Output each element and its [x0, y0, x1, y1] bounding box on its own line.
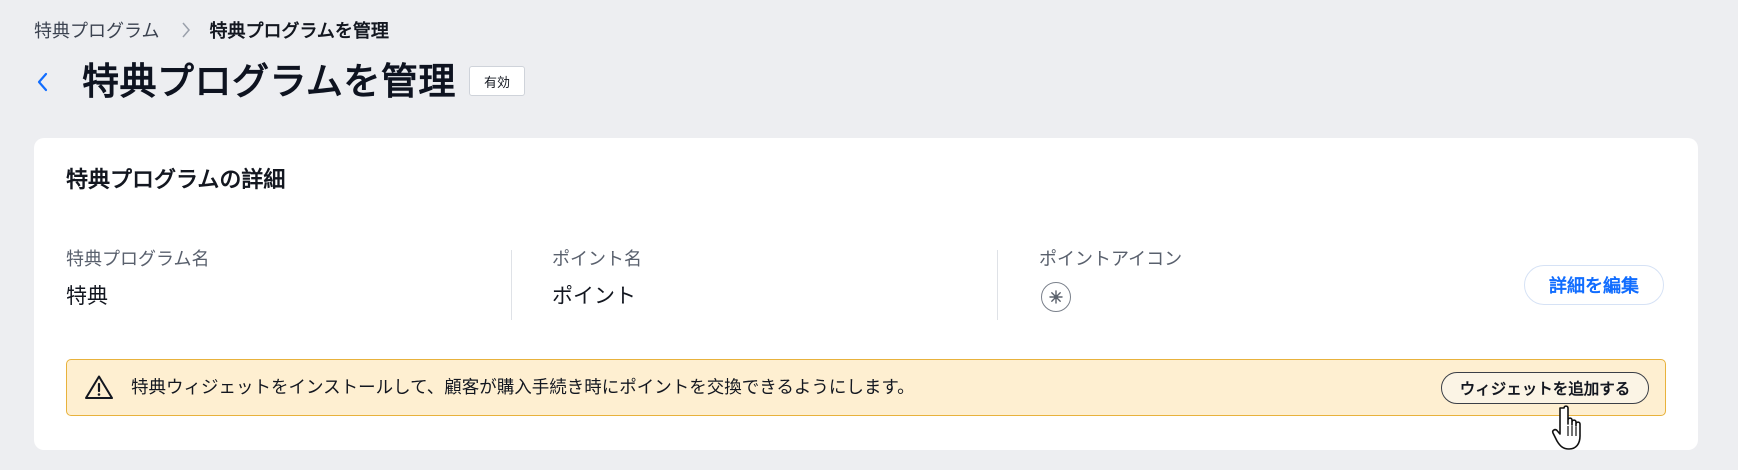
field-label: ポイント名 — [552, 249, 642, 270]
chevron-left-icon — [37, 72, 48, 92]
banner-text: 特典ウィジェットをインストールして、顧客が購入手続き時にポイントを交換できるよう… — [131, 378, 915, 398]
field-value: 特典 — [66, 284, 108, 308]
field-program-name: 特典プログラム名 特典 — [66, 248, 209, 310]
card-title: 特典プログラムの詳細 — [66, 168, 286, 193]
divider — [511, 250, 512, 320]
edit-details-button[interactable]: 詳細を編集 — [1524, 265, 1664, 305]
breadcrumb-current: 特典プログラムを管理 — [209, 21, 389, 42]
field-value: ポイント — [552, 284, 636, 308]
divider — [997, 250, 998, 320]
breadcrumb-link-programs[interactable]: 特典プログラム — [34, 17, 159, 43]
status-badge: 有効 — [469, 66, 526, 96]
page-title: 特典プログラムを管理 — [82, 60, 456, 103]
warning-icon — [85, 375, 113, 399]
field-points-icon: ポイントアイコン — [1039, 248, 1182, 312]
add-widget-button[interactable]: ウィジェットを追加する — [1441, 372, 1649, 404]
field-points-name: ポイント名 ポイント — [552, 248, 642, 310]
back-button[interactable] — [28, 68, 56, 96]
widget-warning-banner: 特典ウィジェットをインストールして、顧客が購入手続き時にポイントを交換できるよう… — [66, 359, 1666, 416]
program-details-card: 特典プログラムの詳細 特典プログラム名 特典 ポイント名 ポイント ポイントアイ… — [34, 138, 1698, 450]
chevron-right-icon — [181, 21, 191, 39]
star-icon — [1041, 282, 1071, 312]
field-label: 特典プログラム名 — [66, 249, 210, 270]
breadcrumb: 特典プログラム 特典プログラムを管理 — [34, 16, 389, 44]
field-label: ポイントアイコン — [1039, 249, 1183, 270]
